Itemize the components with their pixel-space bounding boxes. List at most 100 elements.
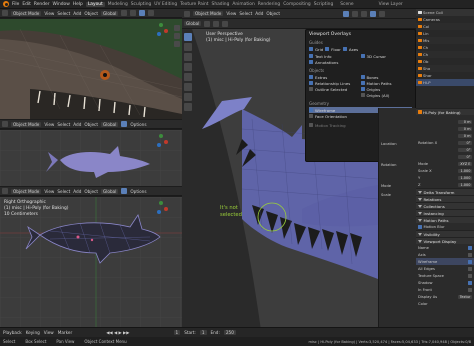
timeline-view-menu[interactable]: View [44, 330, 54, 335]
scale-z-field[interactable]: Z 1.000 [416, 181, 474, 188]
shading-solid-icon[interactable] [370, 10, 376, 17]
workspace-tab-layout[interactable]: Layout [85, 1, 105, 7]
display-color-field[interactable]: Color [416, 300, 474, 307]
location-z-field[interactable]: 0 m [416, 132, 474, 139]
menu-add[interactable]: Add [73, 189, 81, 194]
display-as-dropdown[interactable]: Display As Textur [416, 293, 474, 300]
overlay-toggle-icon[interactable] [121, 188, 128, 194]
pivot-icon[interactable] [204, 20, 211, 27]
annotate-tool-icon[interactable] [184, 93, 192, 101]
outliner-item[interactable]: Cameras [416, 16, 474, 23]
transform-tool-icon[interactable] [184, 83, 192, 91]
pan-icon[interactable] [174, 33, 180, 39]
menu-select[interactable]: Select [57, 122, 70, 127]
proportional-edit-icon[interactable] [222, 20, 229, 27]
scale-x-field[interactable]: Scale X 1.000 [416, 167, 474, 174]
workspace-tab-modeling[interactable]: Modeling [108, 2, 128, 7]
viewport-top-left[interactable] [0, 19, 182, 119]
menu-view[interactable]: View [44, 189, 54, 194]
location-y-field[interactable]: 0 m [416, 125, 474, 132]
orientation-dropdown[interactable]: Global [101, 188, 119, 194]
overlay-toggle-icon[interactable] [139, 10, 146, 16]
start-frame-field[interactable]: 1 [199, 330, 207, 335]
menu-object[interactable]: Object [84, 189, 98, 194]
display-name-toggle[interactable]: Name [416, 244, 474, 251]
visibility-panel[interactable]: Visibility [416, 230, 474, 237]
rotate-tool-icon[interactable] [184, 63, 192, 71]
menu-add[interactable]: Add [73, 122, 81, 127]
navigation-gizmo[interactable] [154, 134, 168, 148]
workspace-tab-scripting[interactable]: Scripting [314, 2, 334, 7]
guides-floor-toggle[interactable]: Floor [325, 46, 341, 52]
overlay-dropdown-icon[interactable] [352, 10, 358, 17]
timeline-marker-menu[interactable]: Marker [58, 330, 72, 335]
editor-type-icon[interactable] [2, 188, 8, 194]
menu-add[interactable]: Add [255, 11, 263, 16]
navigation-gizmo[interactable] [154, 201, 168, 215]
collections-panel[interactable]: Collections [416, 202, 474, 209]
editor-type-icon[interactable] [184, 10, 190, 17]
workspace-tab-sculpting[interactable]: Sculpting [131, 2, 152, 7]
mode-dropdown[interactable]: Object Mode [11, 188, 42, 194]
rotation-mode-field[interactable]: Mode XYZ E [416, 160, 474, 167]
menu-edit[interactable]: Edit [22, 2, 31, 7]
end-frame-field[interactable]: 250 [223, 330, 236, 335]
instancing-panel[interactable]: Instancing [416, 209, 474, 216]
editor-type-icon[interactable] [2, 10, 8, 16]
workspace-tab-shading[interactable]: Shading [212, 2, 230, 7]
camera-view-icon[interactable] [174, 41, 180, 47]
mode-dropdown[interactable]: Object Mode [193, 11, 224, 16]
orientation-dropdown[interactable]: Global [101, 10, 119, 16]
guides-grid-toggle[interactable]: Grid [309, 46, 323, 52]
overlay-toggle-icon[interactable] [121, 121, 128, 127]
snap-icon[interactable] [130, 10, 137, 16]
display-all-edges-toggle[interactable]: All Edges [416, 265, 474, 272]
outline-selected-toggle[interactable]: Outline Selected [309, 86, 361, 92]
shading-material-icon[interactable] [379, 10, 385, 17]
outliner-item-selected[interactable]: Hi-P [416, 79, 474, 86]
workspace-tab-uv-editing[interactable]: UV Editing [154, 2, 177, 7]
menu-select[interactable]: Select [57, 189, 70, 194]
display-texture-space-toggle[interactable]: Texture Space [416, 272, 474, 279]
display-axis-toggle[interactable]: Axis [416, 251, 474, 258]
snap-icon[interactable] [213, 20, 220, 27]
view-layer-selector[interactable]: View Layer [379, 2, 403, 7]
annotations-toggle[interactable]: Annotations [309, 59, 361, 65]
display-in-front-toggle[interactable]: In Front [416, 286, 474, 293]
motion-blur-toggle[interactable]: Motion Blur [416, 223, 474, 230]
outliner-item[interactable]: Shar [416, 72, 474, 79]
options-menu[interactable]: Options [130, 122, 146, 127]
menu-object[interactable]: Object [266, 11, 280, 16]
outliner-item[interactable]: Ob [416, 58, 474, 65]
viewport-bottom-left[interactable]: Right Orthographic (1) misc | Hi-Poly (f… [0, 197, 182, 327]
zoom-icon[interactable] [174, 25, 180, 31]
menu-add[interactable]: Add [73, 11, 81, 16]
workspace-tab-texture-paint[interactable]: Texture Paint [180, 2, 208, 7]
display-shadow-toggle[interactable]: Shadow [416, 279, 474, 286]
outliner-item[interactable]: Lin [416, 30, 474, 37]
menu-object[interactable]: Object [84, 122, 98, 127]
rotation-y-field[interactable]: 0° [416, 146, 474, 153]
menu-view[interactable]: View [226, 11, 236, 16]
mode-dropdown[interactable]: Object Mode [11, 121, 42, 127]
outliner-scene-collection[interactable]: Scene Coll [416, 9, 474, 16]
rotation-x-field[interactable]: Rotation X 0° [416, 139, 474, 146]
scale-y-field[interactable]: Y 1.000 [416, 174, 474, 181]
delta-transform-panel[interactable]: Delta Transform [416, 188, 474, 195]
outliner-item[interactable]: Ch [416, 44, 474, 51]
3d-cursor-toggle[interactable]: 3D Cursor [360, 53, 413, 59]
outliner-item[interactable]: Ch [416, 51, 474, 58]
move-tool-icon[interactable] [184, 53, 192, 61]
outliner-item[interactable]: Mis [416, 37, 474, 44]
object-name-header[interactable]: Hi-Poly (for Baking) [416, 108, 474, 115]
cursor-tool-icon[interactable] [184, 43, 192, 51]
workspace-tab-rendering[interactable]: Rendering [258, 2, 280, 7]
motion-paths-panel[interactable]: Motion Paths [416, 216, 474, 223]
timeline-playback-menu[interactable]: Playback [3, 330, 22, 335]
viewport-mid-left[interactable] [0, 130, 182, 186]
measure-tool-icon[interactable] [184, 103, 192, 111]
viewport-display-panel[interactable]: Viewport Display [416, 237, 474, 244]
select-tool-icon[interactable] [184, 33, 192, 41]
orientation-dropdown[interactable]: Global [184, 21, 202, 26]
orientation-dropdown[interactable]: Global [101, 121, 119, 127]
